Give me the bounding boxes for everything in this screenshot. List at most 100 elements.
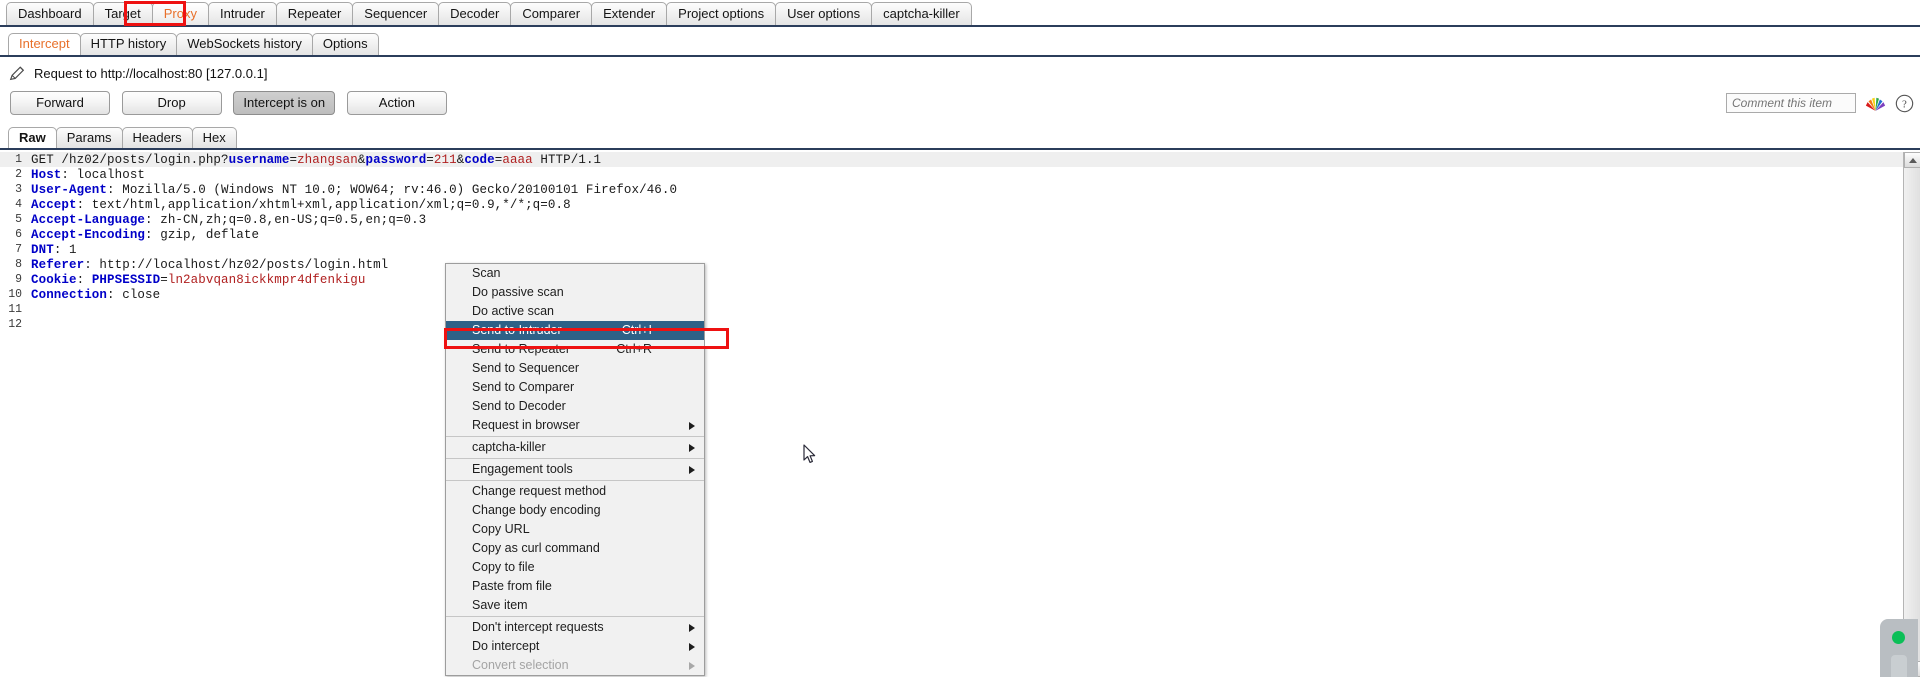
proxy-sub-tab-http-history[interactable]: HTTP history — [79, 33, 178, 55]
token-blue: Accept-Encoding — [31, 227, 146, 242]
editor-context-menu[interactable]: Scan Do passive scan Do active scan Send to… — [445, 263, 705, 676]
proxy-sub-tab-intercept[interactable]: Intercept — [8, 33, 81, 55]
request-line: 10 Connection: close — [0, 287, 1903, 302]
menu-item-paste-from-file[interactable]: Paste from file — [446, 577, 704, 596]
editor-vertical-scrollbar[interactable] — [1903, 152, 1920, 677]
comment-input[interactable] — [1726, 93, 1856, 113]
token-blue: User-Agent — [31, 182, 108, 197]
scroll-up-arrow-icon[interactable] — [1904, 152, 1920, 168]
token-blue: PHPSESSID — [91, 272, 161, 287]
menu-item-send-to-decoder[interactable]: Send to Decoder — [446, 397, 704, 416]
main-tab-target[interactable]: Target — [92, 2, 153, 25]
request-line: 5 Accept-Language: zh-CN,zh;q=0.8,en-US;q… — [0, 212, 1903, 227]
menu-item-do-active-scan[interactable]: Do active scan — [446, 302, 704, 321]
menu-item-scan[interactable]: Scan — [446, 264, 704, 283]
menu-item-shortcut: Ctrl+R — [616, 342, 652, 356]
main-tab-captcha-killer[interactable]: captcha-killer — [871, 2, 972, 25]
main-tab-decoder[interactable]: Decoder — [438, 2, 512, 25]
menu-item-save-item[interactable]: Save item — [446, 596, 704, 615]
menu-item-copy-url[interactable]: Copy URL — [446, 520, 704, 539]
menu-item-send-to-repeater[interactable]: Send to Repeater Ctrl+R — [446, 340, 704, 359]
menu-item-copy-to-file[interactable]: Copy to file — [446, 558, 704, 577]
menu-item-label: Change request method — [472, 484, 607, 498]
menu-item-change-body-encoding[interactable]: Change body encoding — [446, 501, 704, 520]
token-blue: username — [228, 152, 290, 167]
main-tab-sequencer[interactable]: Sequencer — [352, 2, 440, 25]
request-line: 4 Accept: text/html,application/xhtml+xml… — [0, 197, 1903, 212]
token-red: zhangsan — [297, 152, 358, 167]
line-content: Accept-Language: zh-CN,zh;q=0.8,en-US;q=… — [27, 213, 426, 227]
question-mark-icon[interactable]: ? — [1895, 94, 1914, 113]
editor-tab-raw[interactable]: Raw — [8, 127, 57, 148]
request-line: 2 Host: localhost — [0, 167, 1903, 182]
message-editor-tab-strip: Raw Params Headers Hex — [0, 125, 1920, 148]
action-button[interactable]: Action — [346, 91, 447, 115]
editor-tab-params[interactable]: Params — [55, 127, 123, 148]
menu-item-label: Scan — [472, 266, 501, 280]
menu-item-label: Send to Repeater — [472, 342, 570, 356]
line-content: Host: localhost — [27, 168, 145, 182]
token-red: 211 — [433, 152, 457, 167]
menu-item-shortcut: Ctrl+I — [621, 323, 652, 337]
main-tab-user-options[interactable]: User options — [775, 2, 873, 25]
menu-item-label: Engagement tools — [472, 462, 573, 476]
request-line: 9 Cookie: PHPSESSID=ln2abvqan8ickkmpr4dfe… — [0, 272, 1903, 287]
line-content: Connection: close — [27, 288, 160, 302]
menu-item-label: Send to Decoder — [472, 399, 566, 413]
intercept-toggle-button[interactable]: Intercept is on — [233, 91, 336, 115]
request-line: 12 — [0, 317, 1903, 332]
editor-tab-hex[interactable]: Hex — [191, 127, 237, 148]
line-number: 11 — [8, 303, 22, 316]
menu-item-convert-selection: Convert selection — [446, 656, 704, 675]
menu-item-label: Copy to file — [472, 560, 535, 574]
line-number: 9 — [15, 273, 22, 286]
burp-suite-window: Dashboard Target Proxy Intruder Repeater Sequ… — [0, 0, 1920, 677]
menu-item-label: Copy URL — [472, 522, 530, 536]
token-plain: : localhost — [61, 167, 146, 182]
line-number: 5 — [15, 213, 22, 226]
line-number: 4 — [15, 198, 22, 211]
menu-item-label: Paste from file — [472, 579, 552, 593]
mouse-cursor-icon — [803, 444, 816, 463]
main-tab-project-options[interactable]: Project options — [666, 2, 777, 25]
forward-button[interactable]: Forward — [10, 91, 110, 115]
token-plain: HTTP/1.1 — [532, 152, 602, 167]
proxy-sub-tab-websockets-history[interactable]: WebSockets history — [176, 33, 313, 55]
menu-item-send-to-sequencer[interactable]: Send to Sequencer — [446, 359, 704, 378]
submenu-arrow-icon — [689, 444, 695, 452]
menu-item-send-to-comparer[interactable]: Send to Comparer — [446, 378, 704, 397]
menu-item-copy-as-curl-command[interactable]: Copy as curl command — [446, 539, 704, 558]
token-plain: : Mozilla/5.0 (Windows NT 10.0; WOW64; r… — [107, 182, 678, 197]
menu-item-request-in-browser[interactable]: Request in browser — [446, 416, 704, 435]
line-number: 10 — [8, 288, 22, 301]
menu-item-label: Convert selection — [472, 658, 569, 672]
request-title-row: Request to http://localhost:80 [127.0.0.… — [0, 59, 1920, 87]
proxy-sub-tab-options[interactable]: Options — [311, 33, 379, 55]
token-plain: : — [76, 272, 92, 287]
drop-button[interactable]: Drop — [121, 91, 222, 115]
menu-item-label: Send to Intruder — [472, 323, 562, 337]
main-tab-proxy[interactable]: Proxy — [151, 2, 209, 25]
raw-request-editor[interactable]: 1 GET /hz02/posts/login.php?username=zhan… — [0, 152, 1903, 677]
menu-item-don-t-intercept-requests[interactable]: Don't intercept requests — [446, 618, 704, 637]
status-indicator-widget[interactable] — [1880, 619, 1918, 677]
main-tab-extender[interactable]: Extender — [591, 2, 668, 25]
menu-item-change-request-method[interactable]: Change request method — [446, 482, 704, 501]
line-content: Accept: text/html,application/xhtml+xml,… — [27, 198, 571, 212]
submenu-arrow-icon — [689, 466, 695, 474]
line-content: GET /hz02/posts/login.php?username=zhang… — [27, 152, 602, 167]
main-tab-repeater[interactable]: Repeater — [275, 2, 354, 25]
token-plain: = — [160, 272, 168, 287]
menu-item-do-intercept[interactable]: Do intercept — [446, 637, 704, 656]
highlighter-fan-icon[interactable] — [1865, 94, 1886, 112]
editor-tab-headers[interactable]: Headers — [121, 127, 193, 148]
main-tab-comparer[interactable]: Comparer — [510, 2, 593, 25]
menu-item-send-to-intruder[interactable]: Send to Intruder Ctrl+I — [446, 321, 704, 340]
main-tab-dashboard[interactable]: Dashboard — [6, 2, 94, 25]
menu-item-engagement-tools[interactable]: Engagement tools — [446, 460, 704, 479]
main-tab-intruder[interactable]: Intruder — [207, 2, 277, 25]
menu-item-do-passive-scan[interactable]: Do passive scan — [446, 283, 704, 302]
menu-item-captcha-killer[interactable]: captcha-killer — [446, 438, 704, 457]
token-blue: DNT — [31, 242, 54, 257]
token-blue: Host — [31, 167, 62, 182]
